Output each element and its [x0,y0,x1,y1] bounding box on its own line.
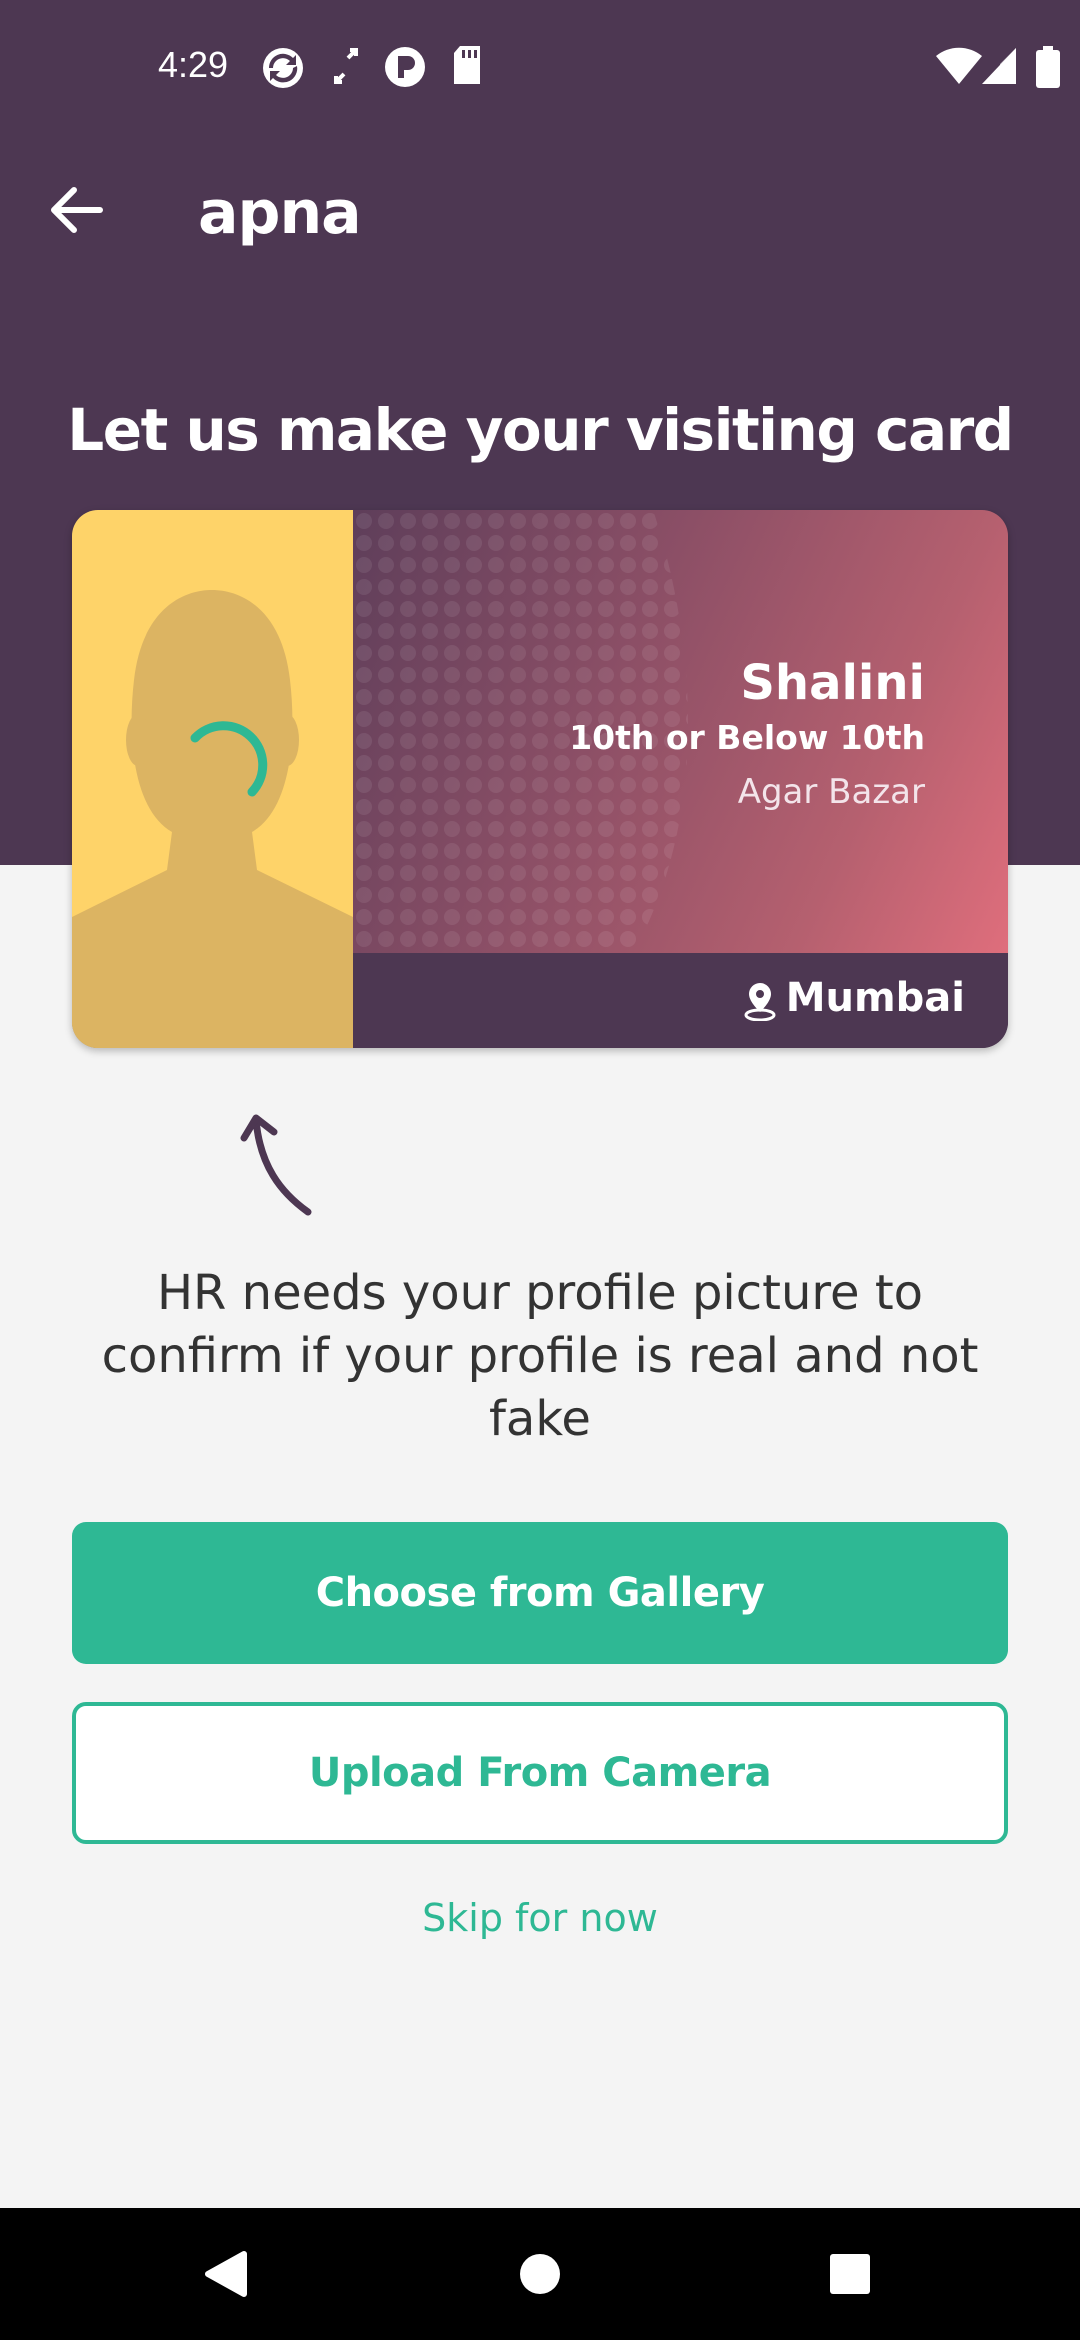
status-time: 4:29 [158,44,229,85]
info-text: HR needs your profile picture to confirm… [101,1265,979,1447]
arrow-left-icon[interactable] [40,170,120,250]
back-triangle-icon[interactable] [160,2208,292,2340]
home-circle-icon[interactable] [474,2208,606,2340]
upload-from-camera-button[interactable]: Upload From Camera [72,1702,1008,1844]
cellular-signal-icon [982,48,1016,84]
status-bar: 4:29 [0,0,1080,135]
recents-square-icon[interactable] [784,2208,916,2340]
skip-for-now-link[interactable]: Skip for now [0,1896,1080,1940]
wifi-icon [936,47,982,84]
app-title: apna [198,178,362,248]
card-details-panel: Shalini 10th or Below 10th Agar Bazar [353,510,1008,953]
card-name: Shalini [740,655,925,711]
pocket-icon [385,47,425,87]
sync-icon [263,48,303,88]
screen-rotate-icon [334,48,358,84]
visiting-card: Shalini 10th or Below 10th Agar Bazar Mu… [72,510,1008,1048]
app-bar: apna [0,150,1080,285]
system-nav-bar [0,2208,1080,2340]
choose-from-gallery-button[interactable]: Choose from Gallery [72,1522,1008,1664]
page-heading: Let us make your visiting card [67,396,1014,464]
spinner-icon [190,721,268,797]
location-pin-icon [744,983,776,1021]
card-location-bar: Mumbai [353,953,1008,1048]
sd-card-icon [454,46,480,84]
card-education: 10th or Below 10th [569,718,925,757]
curved-arrow-icon [240,1114,312,1216]
battery-icon [1036,46,1060,88]
card-city: Mumbai [785,975,965,1021]
profile-photo-placeholder[interactable] [72,510,353,1048]
card-area: Agar Bazar [737,772,925,812]
